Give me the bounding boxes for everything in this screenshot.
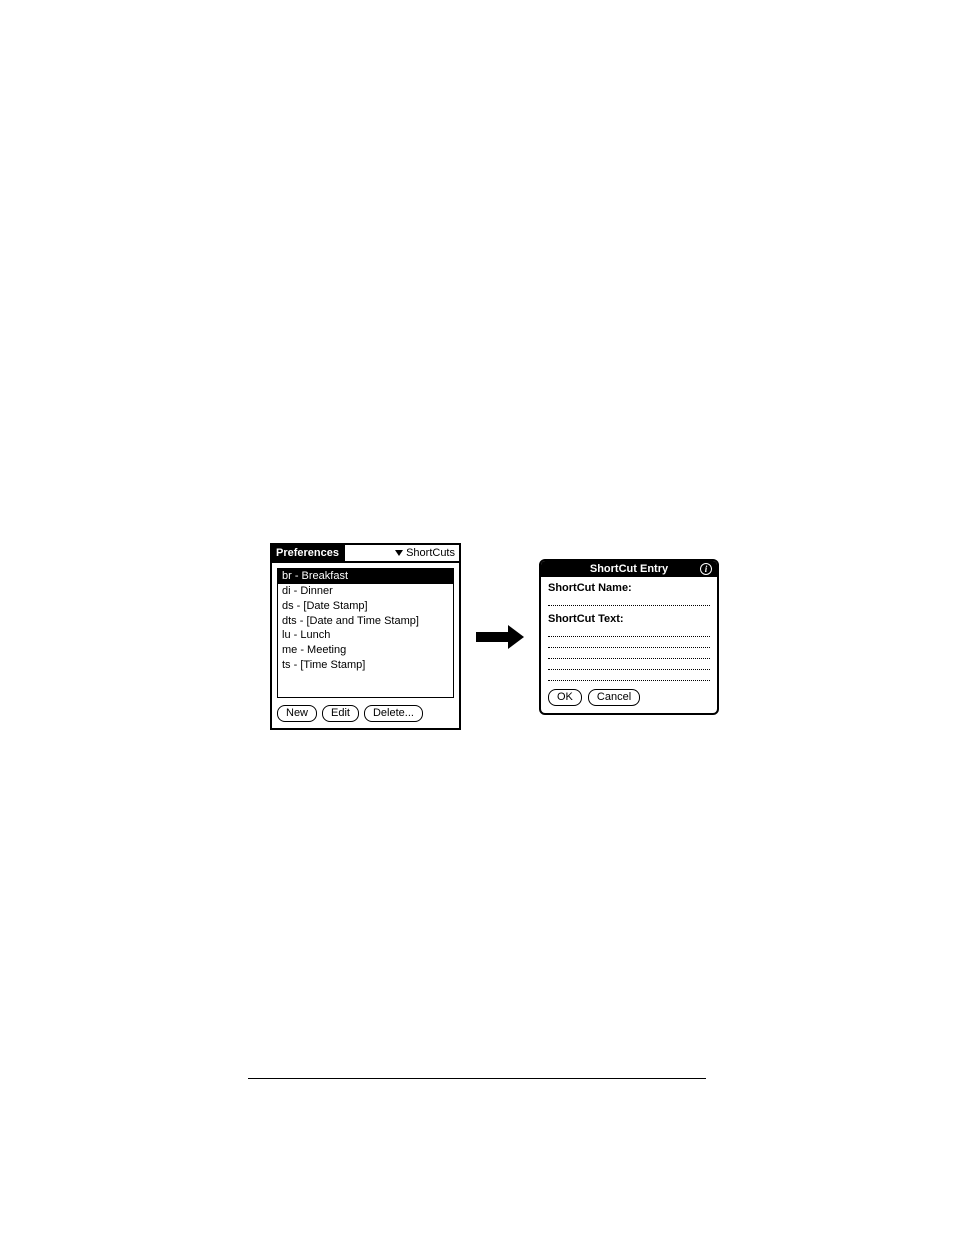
preferences-category-menu[interactable]: ShortCuts (391, 546, 459, 560)
list-item[interactable]: me - Meeting (278, 643, 453, 658)
list-item[interactable]: ts - [Time Stamp] (278, 658, 453, 673)
arrow-icon (476, 625, 524, 649)
delete-button[interactable]: Delete... (364, 705, 423, 722)
shortcut-name-label: ShortCut Name: (548, 582, 710, 594)
shortcut-entry-button-row: OK Cancel (548, 689, 710, 706)
info-icon[interactable]: i (700, 563, 712, 575)
shortcut-entry-titlebar: ShortCut Entry i (541, 561, 717, 577)
preferences-title: Preferences (272, 545, 345, 561)
list-item[interactable]: ds - [Date Stamp] (278, 599, 453, 614)
list-item[interactable]: br - Breakfast (278, 569, 453, 584)
horizontal-rule (248, 1078, 706, 1079)
preferences-button-row: New Edit Delete... (272, 701, 459, 728)
list-item[interactable]: dts - [Date and Time Stamp] (278, 614, 453, 629)
edit-button[interactable]: Edit (322, 705, 359, 722)
list-item[interactable]: di - Dinner (278, 584, 453, 599)
shortcut-text-input[interactable] (548, 649, 710, 659)
shortcut-text-input[interactable] (548, 627, 710, 637)
shortcut-text-input[interactable] (548, 660, 710, 670)
ok-button[interactable]: OK (548, 689, 582, 706)
new-button[interactable]: New (277, 705, 317, 722)
preferences-menu-label: ShortCuts (406, 547, 455, 559)
shortcut-entry-title: ShortCut Entry (590, 563, 668, 575)
shortcut-text-input[interactable] (548, 671, 710, 681)
preferences-titlebar: Preferences ShortCuts (272, 545, 459, 563)
list-item[interactable]: lu - Lunch (278, 628, 453, 643)
shortcuts-list[interactable]: br - Breakfast di - Dinner ds - [Date St… (277, 568, 454, 698)
shortcut-name-input[interactable] (548, 596, 710, 606)
shortcut-text-label: ShortCut Text: (548, 613, 710, 625)
dropdown-triangle-icon (395, 550, 403, 556)
shortcut-text-input[interactable] (548, 638, 710, 648)
shortcut-entry-dialog: ShortCut Entry i ShortCut Name: ShortCut… (539, 559, 719, 715)
preferences-window: Preferences ShortCuts br - Breakfast di … (270, 543, 461, 730)
cancel-button[interactable]: Cancel (588, 689, 640, 706)
